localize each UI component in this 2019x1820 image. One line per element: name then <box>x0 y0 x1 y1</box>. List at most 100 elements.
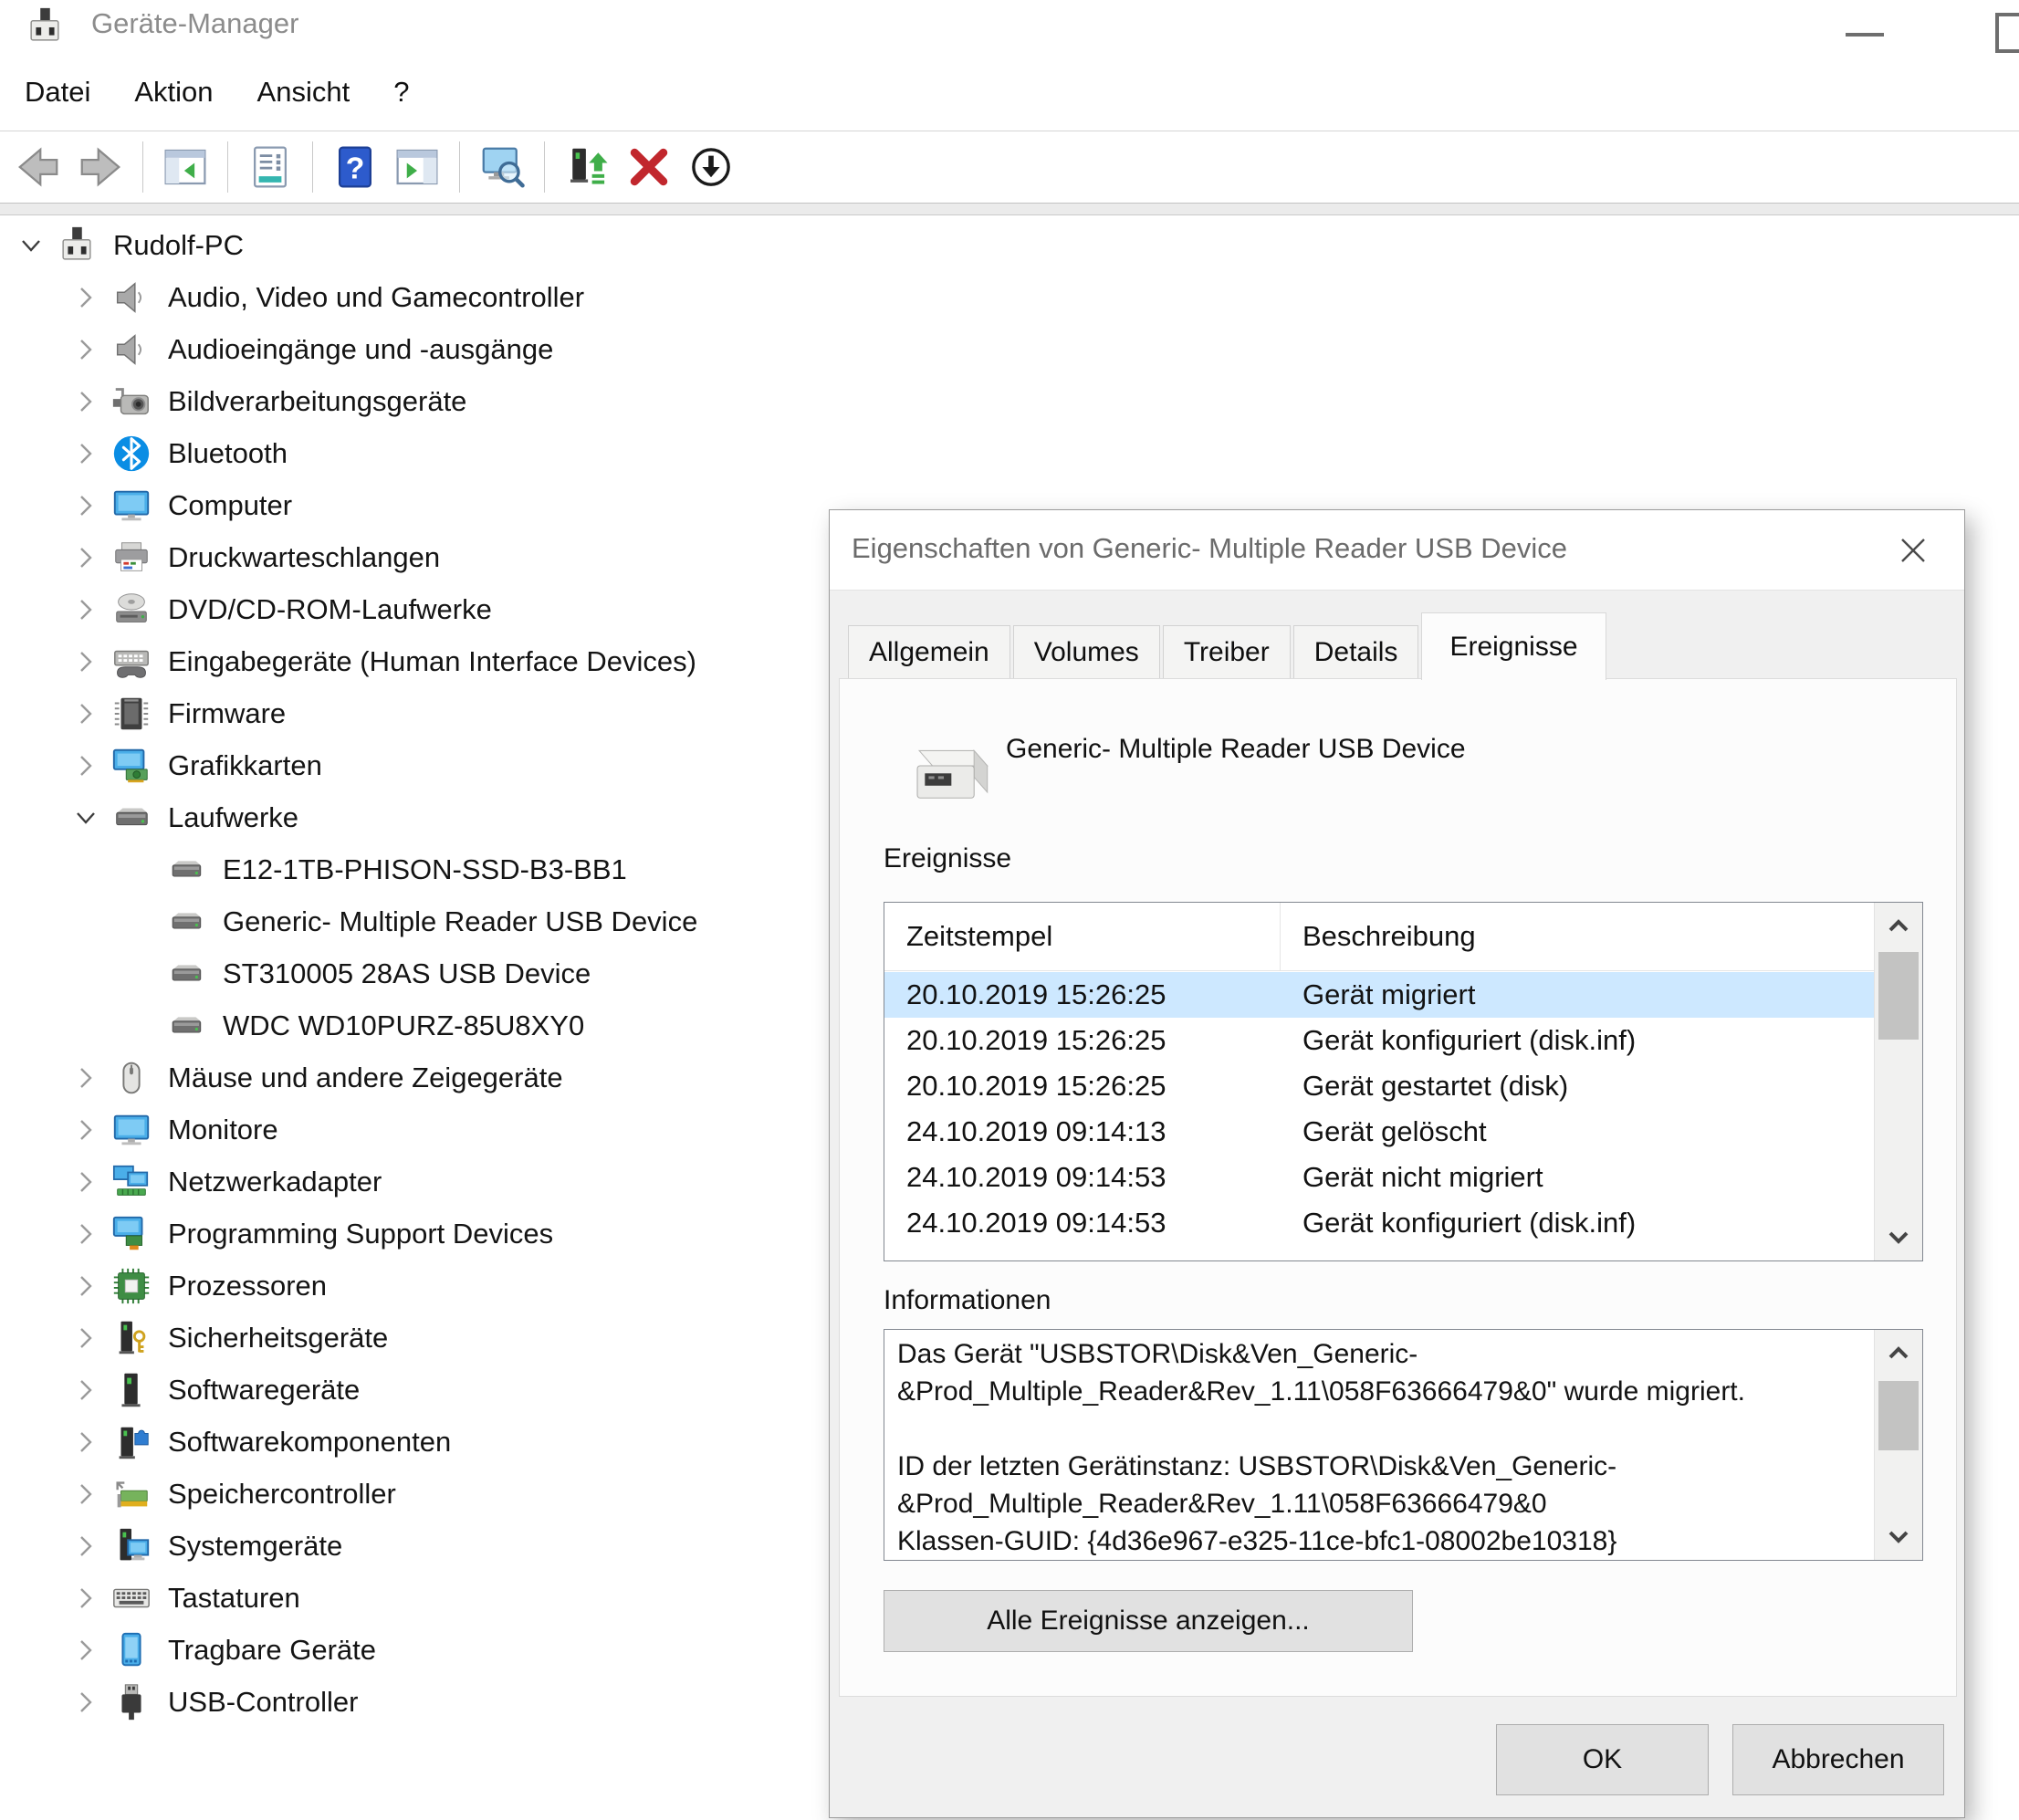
chevron-right-icon[interactable] <box>64 588 108 632</box>
minimize-button[interactable] <box>1825 0 1908 53</box>
information-text-box[interactable]: Das Gerät "USBSTOR\Disk&Ven_Generic-&Pro… <box>884 1329 1923 1561</box>
tab-volumes[interactable]: Volumes <box>1013 625 1160 678</box>
tree-item-programming-support-devices[interactable]: Programming Support Devices <box>0 1208 821 1260</box>
uninstall-device-button[interactable] <box>621 139 677 195</box>
tree-item-computer[interactable]: Computer <box>0 479 821 531</box>
chevron-down-icon[interactable] <box>9 224 53 267</box>
tree-item-mäuse-und-andere-zeigegeräte[interactable]: Mäuse und andere Zeigegeräte <box>0 1051 821 1104</box>
event-row[interactable]: 20.10.2019 15:26:25Gerät konfiguriert (d… <box>884 1018 1875 1063</box>
tree-item-softwaregeräte[interactable]: Softwaregeräte <box>0 1364 821 1416</box>
chevron-right-icon[interactable] <box>64 1420 108 1464</box>
chevron-down-icon[interactable] <box>64 796 108 840</box>
chevron-right-icon[interactable] <box>64 1316 108 1360</box>
toolbar-separator <box>459 141 460 193</box>
tree-item-tastaturen[interactable]: Tastaturen <box>0 1572 821 1624</box>
chevron-right-icon[interactable] <box>64 744 108 788</box>
tree-item-e12-1tb-phison-ssd-b3-bb1[interactable]: E12-1TB-PHISON-SSD-B3-BB1 <box>0 843 821 895</box>
tree-item-dvd-cd-rom-laufwerke[interactable]: DVD/CD-ROM-Laufwerke <box>0 583 821 635</box>
chevron-right-icon[interactable] <box>64 640 108 684</box>
tree-item-tragbare-geräte[interactable]: Tragbare Geräte <box>0 1624 821 1676</box>
action-pane-button[interactable] <box>389 139 445 195</box>
event-row[interactable]: 24.10.2019 09:14:53Gerät nicht migriert <box>884 1155 1875 1200</box>
chevron-right-icon[interactable] <box>64 276 108 319</box>
tree-item-systemgeräte[interactable]: Systemgeräte <box>0 1520 821 1572</box>
chevron-right-icon[interactable] <box>64 1472 108 1516</box>
show-console-tree-button[interactable] <box>157 139 214 195</box>
tree-item-prozessoren[interactable]: Prozessoren <box>0 1260 821 1312</box>
scroll-up-button[interactable] <box>1875 1330 1922 1377</box>
tree-item-audioeingänge-und-ausgänge[interactable]: Audioeingänge und -ausgänge <box>0 323 821 375</box>
update-driver-button[interactable] <box>559 139 615 195</box>
properties-button[interactable] <box>242 139 298 195</box>
back-button[interactable] <box>10 139 67 195</box>
chevron-right-icon[interactable] <box>64 1628 108 1672</box>
chevron-right-icon[interactable] <box>64 692 108 736</box>
chevron-right-icon[interactable] <box>64 1264 108 1308</box>
tree-item-usb-controller[interactable]: USB-Controller <box>0 1676 821 1728</box>
forward-button[interactable] <box>72 139 129 195</box>
hard-drive-icon <box>108 794 155 842</box>
tree-item-wdc-wd10purz-85u8xy0[interactable]: WDC WD10PURZ-85U8XY0 <box>0 999 821 1051</box>
chevron-right-icon[interactable] <box>64 1368 108 1412</box>
chevron-right-icon[interactable] <box>64 432 108 476</box>
menu-item-ansicht[interactable]: Ansicht <box>257 76 350 109</box>
scrollbar-thumb[interactable] <box>1878 1381 1919 1450</box>
chevron-right-icon[interactable] <box>64 1680 108 1724</box>
chevron-right-icon[interactable] <box>64 1212 108 1256</box>
event-row[interactable]: 24.10.2019 09:14:13Gerät gelöscht <box>884 1109 1875 1155</box>
tree-item-sicherheitsgeräte[interactable]: Sicherheitsgeräte <box>0 1312 821 1364</box>
tree-item-speichercontroller[interactable]: Speichercontroller <box>0 1468 821 1520</box>
tree-item-eingabegeräte-human-interface-devices[interactable]: Eingabegeräte (Human Interface Devices) <box>0 635 821 687</box>
ok-button[interactable]: OK <box>1496 1724 1709 1795</box>
tree-item-druckwarteschlangen[interactable]: Druckwarteschlangen <box>0 531 821 583</box>
column-header-timestamp[interactable]: Zeitstempel <box>884 903 1281 970</box>
toggle-tree-icon <box>161 142 210 192</box>
tree-item-laufwerke[interactable]: Laufwerke <box>0 791 821 843</box>
scroll-down-button[interactable] <box>1875 1213 1922 1260</box>
tree-item-softwarekomponenten[interactable]: Softwarekomponenten <box>0 1416 821 1468</box>
tree-item-st310005-28as-usb-device[interactable]: ST310005 28AS USB Device <box>0 947 821 999</box>
chevron-right-icon[interactable] <box>64 484 108 528</box>
tab-details[interactable]: Details <box>1293 625 1419 678</box>
tree-item-rudolf-pc[interactable]: Rudolf-PC <box>0 219 821 271</box>
information-scrollbar[interactable] <box>1874 1330 1922 1560</box>
maximize-button[interactable] <box>1981 0 2019 53</box>
chevron-right-icon[interactable] <box>64 1160 108 1204</box>
cancel-button[interactable]: Abbrechen <box>1732 1724 1944 1795</box>
event-row[interactable]: 20.10.2019 15:26:25Gerät migriert <box>884 972 1875 1018</box>
tree-item-bluetooth[interactable]: Bluetooth <box>0 427 821 479</box>
tree-item-grafikkarten[interactable]: Grafikkarten <box>0 739 821 791</box>
event-row[interactable]: 24.10.2019 09:14:53Gerät konfiguriert (d… <box>884 1200 1875 1246</box>
scroll-up-button[interactable] <box>1875 903 1922 950</box>
chevron-right-icon[interactable] <box>64 1576 108 1620</box>
tree-item-label: Firmware <box>168 697 286 730</box>
scan-hardware-changes-button[interactable] <box>474 139 530 195</box>
scrollbar-thumb[interactable] <box>1878 952 1919 1040</box>
close-button[interactable] <box>1889 528 1937 572</box>
scroll-down-button[interactable] <box>1875 1512 1922 1560</box>
chevron-right-icon[interactable] <box>64 1056 108 1100</box>
event-row[interactable]: 20.10.2019 15:26:25Gerät gestartet (disk… <box>884 1063 1875 1109</box>
tree-item-firmware[interactable]: Firmware <box>0 687 821 739</box>
tab-ereignisse[interactable]: Ereignisse <box>1421 612 1606 680</box>
help-button[interactable]: ? <box>327 139 383 195</box>
menu-item-aktion[interactable]: Aktion <box>134 76 213 109</box>
chevron-right-icon[interactable] <box>64 536 108 580</box>
show-all-events-button[interactable]: Alle Ereignisse anzeigen... <box>884 1590 1413 1652</box>
tab-allgemein[interactable]: Allgemein <box>848 625 1010 678</box>
chevron-right-icon[interactable] <box>64 1108 108 1152</box>
menu-item-datei[interactable]: Datei <box>25 76 90 109</box>
tab-treiber[interactable]: Treiber <box>1163 625 1291 678</box>
disable-device-button[interactable] <box>683 139 739 195</box>
events-scrollbar[interactable] <box>1874 903 1922 1260</box>
chevron-right-icon[interactable] <box>64 328 108 371</box>
tree-item-audio-video-und-gamecontroller[interactable]: Audio, Video und Gamecontroller <box>0 271 821 323</box>
tree-item-monitore[interactable]: Monitore <box>0 1104 821 1156</box>
column-header-description[interactable]: Beschreibung <box>1281 903 1875 970</box>
chevron-right-icon[interactable] <box>64 380 108 424</box>
tree-item-bildverarbeitungsgeräte[interactable]: Bildverarbeitungsgeräte <box>0 375 821 427</box>
menu-item-[interactable]: ? <box>393 76 409 109</box>
tree-item-generic-multiple-reader-usb-device[interactable]: Generic- Multiple Reader USB Device <box>0 895 821 947</box>
tree-item-netzwerkadapter[interactable]: Netzwerkadapter <box>0 1156 821 1208</box>
chevron-right-icon[interactable] <box>64 1524 108 1568</box>
